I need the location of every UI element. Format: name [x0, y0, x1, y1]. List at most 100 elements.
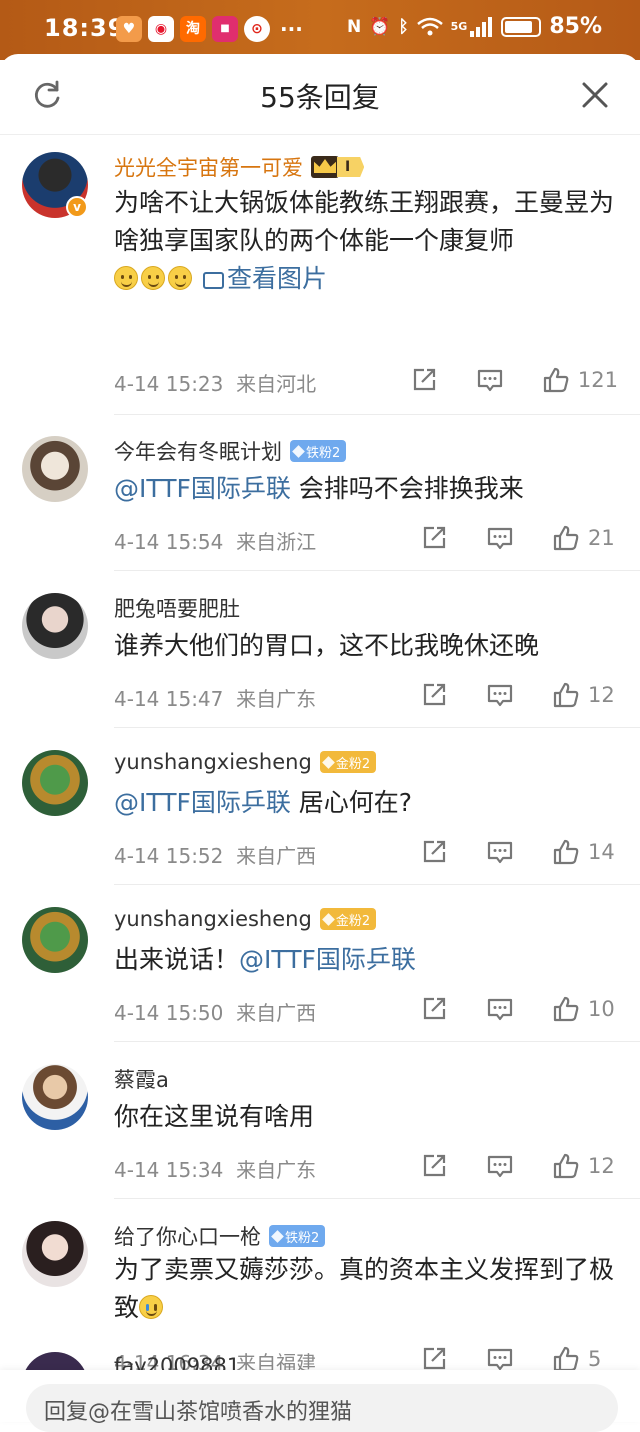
reply-bar: 回复@在雪山茶馆喷香水的狸猫 — [0, 1370, 640, 1432]
username[interactable]: 给了你心口一枪 — [114, 1221, 261, 1251]
network-type: 5G — [450, 20, 468, 33]
share-icon[interactable] — [420, 1152, 448, 1180]
comment-location: 来自河北 — [236, 372, 317, 396]
comment-text: @ITTF国际乒联 居心何在? — [114, 784, 622, 822]
status-bar: 18:39 ♥ ◉ 淘 ■ ⊙ ··· N ⏰ ᛒ 5G 85% — [0, 0, 640, 60]
avatar[interactable] — [22, 1221, 88, 1287]
comment-icon[interactable] — [486, 681, 514, 709]
crown-icon — [311, 156, 339, 178]
image-icon — [202, 272, 224, 289]
like-count: 12 — [588, 1154, 615, 1178]
comment-body: 谁养大他们的胃口，这不比我晚休还晚 — [114, 631, 540, 660]
comment-meta: 4-14 15:50 来自广西 — [114, 997, 316, 1026]
avatar[interactable] — [22, 1064, 88, 1130]
battery-icon — [501, 16, 542, 37]
wifi-icon — [416, 17, 443, 35]
signal-icon — [470, 16, 493, 37]
divider — [114, 414, 640, 415]
smile-emoji-icon — [168, 266, 192, 290]
user-row: 蔡霞a — [114, 1064, 169, 1094]
avatar[interactable] — [22, 436, 88, 502]
fan-badge: 铁粉2 — [269, 1225, 326, 1247]
username[interactable]: 蔡霞a — [114, 1064, 169, 1094]
comment-icon[interactable] — [486, 1345, 514, 1373]
avatar[interactable] — [22, 593, 88, 659]
mention-link[interactable]: @ITTF国际乒联 — [114, 474, 291, 503]
avatar[interactable] — [22, 750, 88, 816]
reply-placeholder: 回复@在雪山茶馆喷香水的狸猫 — [44, 1400, 353, 1425]
share-icon[interactable] — [420, 524, 448, 552]
comment-text: 谁养大他们的胃口，这不比我晚休还晚 — [114, 627, 622, 665]
comment-location: 来自广西 — [236, 844, 317, 868]
diamond-icon — [321, 755, 335, 769]
diamond-icon — [292, 444, 305, 458]
comment-icon[interactable] — [486, 1152, 514, 1180]
like-icon[interactable] — [552, 524, 580, 552]
comment-icon[interactable] — [476, 366, 504, 394]
comment-location: 来自广东 — [236, 687, 317, 711]
view-image-link[interactable]: 查看图片 — [202, 264, 327, 293]
username[interactable]: yunshangxiesheng — [114, 907, 312, 931]
alarm-clock-icon: ⏰ — [369, 16, 391, 37]
share-icon[interactable] — [420, 1345, 448, 1373]
smile-emoji-icon — [114, 266, 138, 290]
comment-actions: 12 — [382, 681, 618, 709]
username[interactable]: 光光全宇宙第一可爱 — [114, 152, 303, 182]
comment-location: 来自广西 — [236, 1001, 317, 1025]
battery-fill — [505, 20, 532, 33]
bluetooth-icon: ᛒ — [398, 16, 409, 37]
like-count: 21 — [588, 526, 615, 550]
comment-text: 为了卖票又薅莎莎。真的资本主义发挥到了极致 — [114, 1251, 622, 1327]
user-row: yunshangxiesheng 金粉2 — [114, 907, 377, 931]
user-row: yunshangxiesheng 金粉2 — [114, 750, 377, 774]
comment-actions: 12 — [382, 1152, 618, 1180]
share-icon[interactable] — [420, 681, 448, 709]
fan-badge-label: 铁粉2 — [285, 1230, 320, 1246]
username[interactable]: 肥兔唔要肥肚 — [114, 593, 240, 623]
divider — [114, 884, 640, 885]
username[interactable]: 今年会有冬眠计划 — [114, 436, 282, 466]
mention-link[interactable]: @ITTF国际乒联 — [239, 945, 416, 974]
fan-badge: 铁粉2 — [290, 440, 347, 462]
like-icon[interactable] — [542, 366, 570, 394]
status-right: N ⏰ ᛒ 5G 85% — [347, 14, 602, 39]
share-icon[interactable] — [410, 366, 438, 394]
comment-body: 为了卖票又薅莎莎。真的资本主义发挥到了极致 — [114, 1255, 615, 1322]
taobao-app-icon: 淘 — [180, 16, 206, 42]
like-icon[interactable] — [552, 838, 580, 866]
comment-time: 4-14 15:47 — [114, 687, 224, 711]
comment-meta: 4-14 15:34 来自广东 — [114, 1154, 316, 1183]
share-icon[interactable] — [420, 838, 448, 866]
like-icon[interactable] — [552, 1345, 580, 1373]
comment-time: 4-14 15:52 — [114, 844, 224, 868]
comment-text: 出来说话！@ITTF国际乒联 — [114, 941, 622, 979]
reply-sheet: 55条回复 v 光光全宇宙第一可爱 I 为啥不让大锅饭体能教练王翔跟赛，王曼昱为… — [0, 54, 640, 1422]
comment-icon[interactable] — [486, 524, 514, 552]
comment-time: 4-14 15:50 — [114, 1001, 224, 1025]
like-icon[interactable] — [552, 1152, 580, 1180]
fan-badge: 金粉2 — [319, 751, 377, 773]
comment-text: 你在这里说有啥用 — [114, 1098, 622, 1136]
comment-icon[interactable] — [486, 838, 514, 866]
avatar[interactable] — [22, 907, 88, 973]
alarm-app-icon: ⊙ — [244, 16, 270, 42]
like-icon[interactable] — [552, 681, 580, 709]
fan-badge-label: 金粉2 — [335, 756, 371, 772]
battery-text: 85% — [549, 14, 602, 39]
status-time: 18:39 — [44, 14, 126, 42]
share-icon[interactable] — [420, 995, 448, 1023]
like-count: 121 — [577, 368, 618, 392]
like-count: 12 — [588, 683, 615, 707]
comment-text: 为啥不让大锅饭体能教练王翔跟赛，王曼昱为啥独享国家队的两个体能一个康复师 查看图… — [114, 184, 622, 298]
user-row: 光光全宇宙第一可爱 I — [114, 152, 365, 182]
comment-actions: 21 — [382, 524, 618, 552]
username[interactable]: yunshangxiesheng — [114, 750, 312, 774]
page-title: 55条回复 — [260, 81, 380, 114]
comment-location: 来自浙江 — [236, 530, 317, 554]
comment-text: @ITTF国际乒联 会排吗不会排换我来 — [114, 470, 622, 508]
mention-link[interactable]: @ITTF国际乒联 — [114, 788, 291, 817]
close-icon[interactable] — [580, 80, 610, 110]
like-icon[interactable] — [552, 995, 580, 1023]
comment-icon[interactable] — [486, 995, 514, 1023]
divider — [114, 570, 640, 571]
